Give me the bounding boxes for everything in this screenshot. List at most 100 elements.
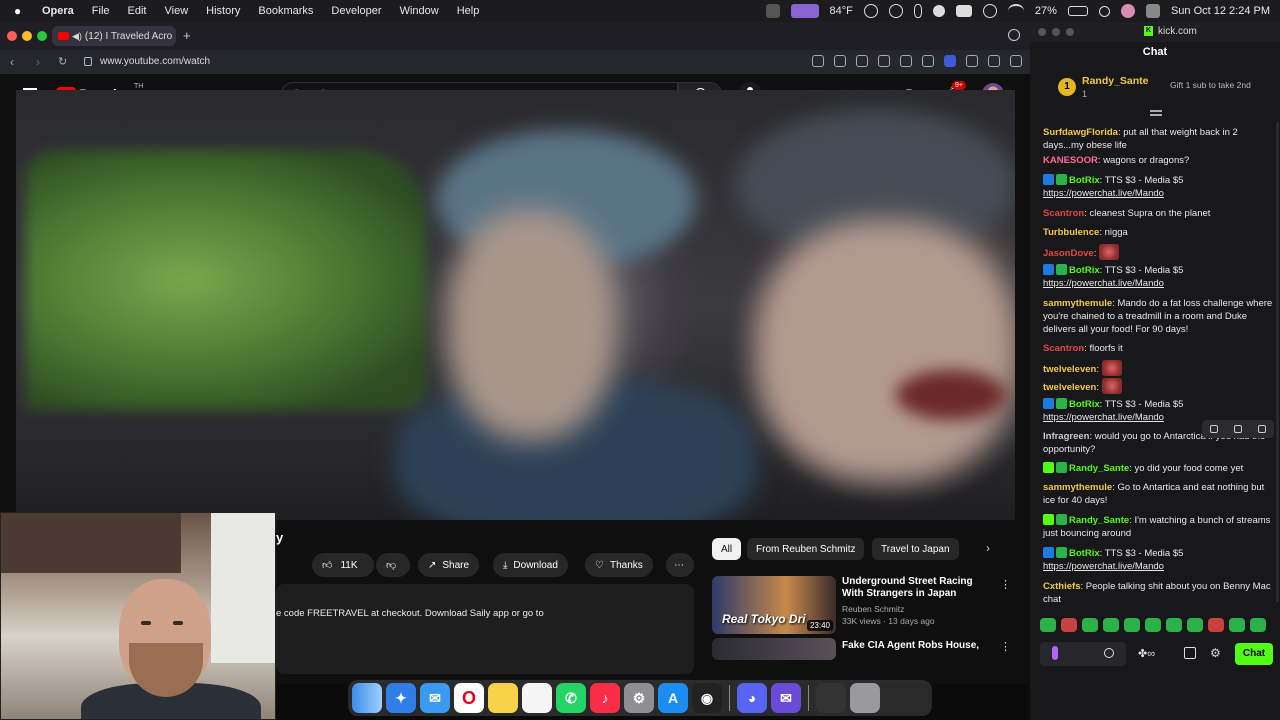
trash-icon[interactable] [850, 683, 880, 713]
chat-username[interactable]: KANESOOR [1043, 155, 1098, 166]
url-field[interactable]: www.youtube.com/watch [100, 56, 210, 67]
chat-username[interactable]: Scantron [1043, 208, 1084, 219]
menu-file[interactable]: File [92, 5, 110, 17]
system-settings-app-icon[interactable]: ⚙ [624, 683, 654, 713]
extensions-cube-icon[interactable] [1010, 55, 1022, 67]
zoom-window-button[interactable] [37, 31, 47, 41]
ai-icon[interactable] [944, 55, 956, 67]
opera-app-icon[interactable]: O [454, 683, 484, 713]
reply-icon[interactable] [1210, 425, 1218, 433]
profile-icon[interactable] [988, 55, 1000, 67]
recommendation-item[interactable]: Fake CIA Agent Robs House, ⋮ [712, 638, 1012, 660]
edit-icon[interactable] [812, 55, 824, 67]
recommendation-channel[interactable]: Reuben Schmitz [842, 604, 904, 614]
chat-username[interactable]: sammythemule [1043, 482, 1112, 493]
minimize-window-button[interactable] [1052, 28, 1060, 36]
chat-message[interactable]: Scantron: floorfs it [1043, 342, 1275, 355]
mail-app-icon[interactable]: ✉ [420, 683, 450, 713]
chat-message[interactable]: KANESOOR: wagons or dragons? [1043, 154, 1275, 167]
chat-message[interactable]: Randy_Sante: I'm watching a bunch of str… [1043, 514, 1275, 540]
recommendation-title[interactable]: Fake CIA Agent Robs House, [842, 640, 992, 652]
reminders-app-icon[interactable] [522, 683, 552, 713]
menu-bookmarks[interactable]: Bookmarks [258, 5, 313, 17]
apple-menu-icon[interactable]: ● [14, 4, 28, 18]
emote-button[interactable] [1229, 618, 1245, 632]
emote-button[interactable] [1082, 618, 1098, 632]
send-icon[interactable] [878, 55, 890, 67]
chat-message[interactable]: sammythemule: Go to Antartica and eat no… [1043, 481, 1275, 507]
control-center-icon[interactable] [1145, 4, 1160, 18]
close-window-button[interactable] [7, 31, 17, 41]
forward-arrow-icon[interactable]: › [36, 55, 40, 69]
chat-username[interactable]: SurfdawgFlorida [1043, 127, 1118, 138]
download-icon[interactable] [922, 55, 934, 67]
chat-username[interactable]: JasonDove [1043, 248, 1094, 259]
speaker-icon[interactable]: ◀) [72, 31, 82, 42]
filter-chip-all[interactable]: All [712, 538, 742, 560]
filter-chip-from-channel[interactable]: From Reuben Schmitz [747, 538, 865, 560]
chat-message[interactable]: BotRix: TTS $3 - Media $5 https://powerch… [1043, 547, 1275, 573]
dislike-button[interactable]: 👎︎ [376, 553, 410, 577]
weather-readout[interactable]: 84°F [830, 5, 853, 17]
menu-help[interactable]: Help [457, 5, 480, 17]
emote-button[interactable] [1166, 618, 1182, 632]
camera-icon[interactable] [834, 55, 846, 67]
chat-link[interactable]: https://powerchat.live/Mando [1043, 412, 1164, 423]
chat-username[interactable]: BotRix [1069, 548, 1100, 559]
headphones-icon[interactable] [863, 4, 878, 18]
whatsapp-app-icon[interactable]: ✆ [556, 683, 586, 713]
chat-username[interactable]: Randy_Sante [1069, 515, 1129, 526]
chat-username[interactable]: Infragreen [1043, 431, 1089, 442]
zoom-window-button[interactable] [1066, 28, 1074, 36]
chat-username[interactable]: twelveleven [1043, 382, 1096, 393]
emote-button[interactable] [1040, 618, 1056, 632]
close-window-button[interactable] [1038, 28, 1046, 36]
safari-app-icon[interactable]: ✦ [386, 683, 416, 713]
emote-button[interactable] [1145, 618, 1161, 632]
chat-username[interactable]: Cxthiefs [1043, 581, 1080, 592]
emote-button[interactable] [1250, 618, 1266, 632]
music-app-icon[interactable]: ♪ [590, 683, 620, 713]
emote-button[interactable] [1124, 618, 1140, 632]
menu-window[interactable]: Window [400, 5, 439, 17]
clock-icon[interactable] [982, 4, 997, 18]
spotlight-icon[interactable] [1098, 5, 1110, 17]
emote-button[interactable] [1103, 618, 1119, 632]
chat-link[interactable]: https://powerchat.live/Mando [1043, 278, 1164, 289]
gift-promo-text[interactable]: Gift 1 sub to take 2nd [1170, 80, 1270, 90]
bluetooth-icon[interactable] [913, 4, 922, 18]
emote-button[interactable] [1187, 618, 1203, 632]
minimize-window-button[interactable] [22, 31, 32, 41]
tab-search-icon[interactable] [1008, 29, 1020, 41]
back-arrow-icon[interactable]: ‹ [10, 55, 14, 69]
chat-message[interactable]: SurfdawgFlorida: put all that weight bac… [1043, 126, 1275, 152]
tab-youtube[interactable]: ◀) (12) I Traveled Acro [52, 26, 176, 46]
chat-message[interactable]: Turbbulence: nigga [1043, 226, 1275, 239]
chat-username[interactable]: twelveleven [1043, 364, 1096, 375]
chat-message[interactable]: Randy_Sante: yo did your food come yet [1043, 462, 1275, 475]
share-button[interactable]: ↗ Share [418, 553, 480, 577]
chat-link[interactable]: https://powerchat.live/Mando [1043, 188, 1164, 199]
focus-moon-icon[interactable] [932, 5, 945, 17]
menu-lines-icon[interactable] [966, 55, 978, 67]
chat-scrollbar[interactable] [1276, 122, 1279, 602]
finder-app-icon[interactable] [352, 683, 382, 713]
top-gifter-banner[interactable]: 1 Randy_Sante 1 Gift 1 sub to take 2nd [1030, 70, 1280, 110]
chat-message[interactable]: Scantron: cleanest Supra on the planet [1043, 207, 1275, 220]
emote-button[interactable] [1061, 618, 1077, 632]
thanks-button[interactable]: ♡ Thanks [585, 553, 653, 577]
chat-message[interactable]: BotRix: TTS $3 - Media $5 https://powerch… [1043, 264, 1275, 290]
clock-datetime[interactable]: Sun Oct 12 2:24 PM [1171, 5, 1270, 17]
chat-link[interactable]: https://powerchat.live/Mando [1043, 561, 1164, 572]
filter-chip-travel-japan[interactable]: Travel to Japan [872, 538, 959, 560]
settings-gear-icon[interactable]: ⚙ [1210, 646, 1221, 660]
wifi-icon[interactable] [1007, 4, 1024, 18]
kebab-menu-icon[interactable]: ⋮ [1000, 640, 1011, 653]
user-icon[interactable] [1120, 4, 1135, 18]
heart-icon[interactable] [900, 55, 912, 67]
chat-message[interactable]: BotRix: TTS $3 - Media $5 https://powerch… [1043, 174, 1275, 200]
menu-edit[interactable]: Edit [128, 5, 147, 17]
lock-icon[interactable] [84, 57, 92, 66]
delete-icon[interactable] [1258, 425, 1266, 433]
gifter-name[interactable]: Randy_Sante [1082, 75, 1149, 87]
